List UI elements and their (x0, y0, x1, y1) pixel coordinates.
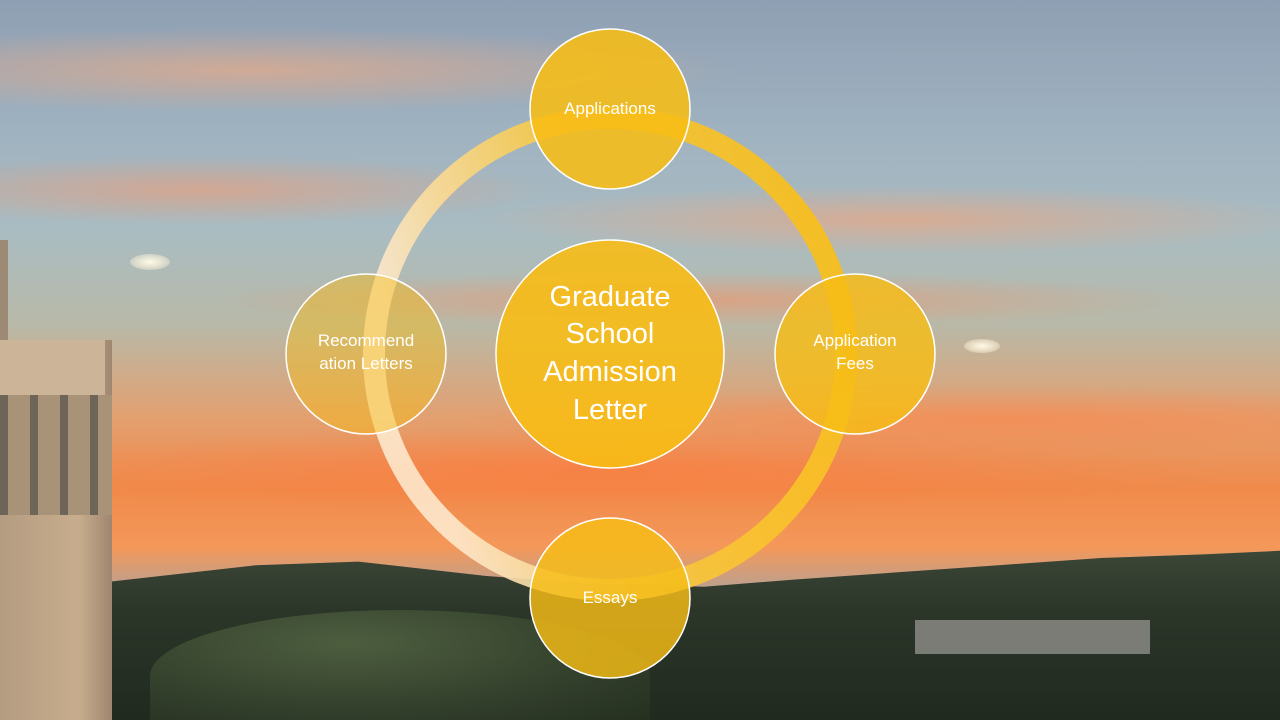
node-recommendation-letters[interactable] (285, 273, 447, 435)
center-node[interactable] (495, 239, 725, 469)
cycle-diagram (285, 28, 936, 679)
node-application-fees[interactable] (774, 273, 936, 435)
node-applications[interactable] (529, 28, 691, 190)
node-essays[interactable] (529, 517, 691, 679)
